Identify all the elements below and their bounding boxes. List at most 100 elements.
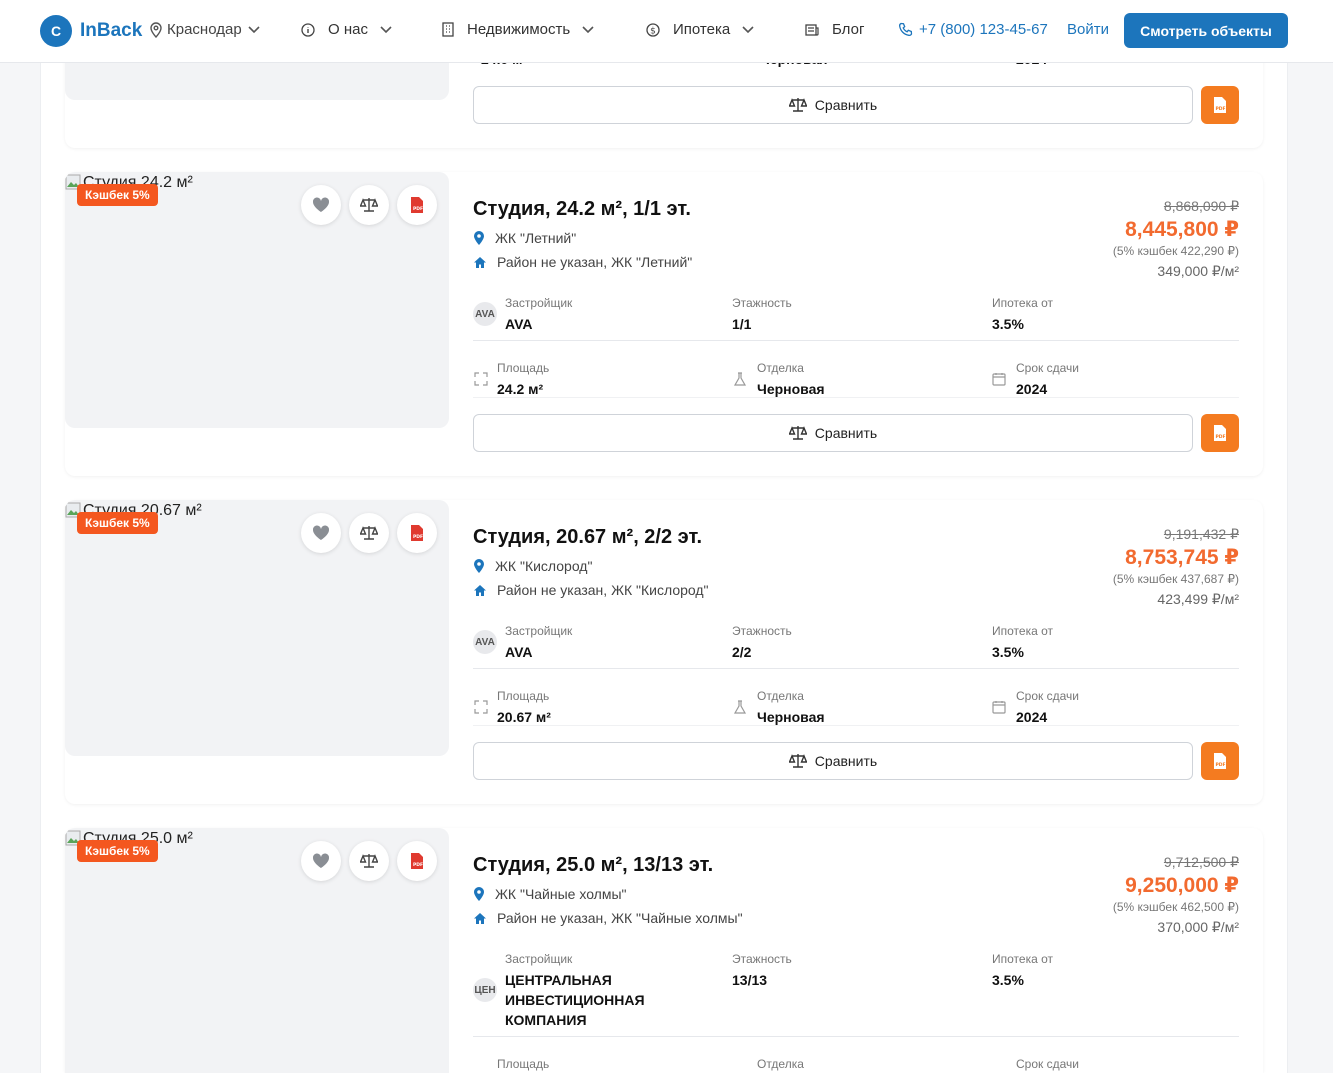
district-name: Район не указан, ЖК "Чайные холмы": [497, 910, 743, 926]
spec-mortgage: Ипотека от 3.5%: [992, 952, 1053, 990]
listing-photo[interactable]: Студия 24.2 м² Кэшбек 5% PDF: [65, 172, 449, 428]
spec-label: Площадь: [497, 361, 550, 375]
price-per-m2: 349,000 ₽/м²: [1157, 263, 1239, 279]
chevron-down-icon: [742, 25, 754, 33]
compare-toggle-button[interactable]: [349, 513, 389, 553]
spec-area: Площадь 20.67 м²: [497, 689, 551, 727]
nav-about-label: О нас: [328, 21, 368, 38]
location-pin-icon: [474, 231, 484, 245]
compare-button[interactable]: Сравнить: [473, 742, 1193, 780]
favorite-button[interactable]: [301, 513, 341, 553]
divider: [473, 725, 1239, 726]
spec-label: Ипотека от: [992, 296, 1053, 310]
spec-floors: Этажность 2/2: [732, 624, 792, 662]
old-price: 8,868,090 ₽: [1163, 198, 1239, 214]
spec-label: Этажность: [732, 952, 792, 966]
spec-label: Срок сдачи: [1016, 1057, 1079, 1071]
flask-icon: [733, 700, 747, 714]
spec-value: 3.5%: [992, 316, 1024, 332]
city-selector[interactable]: Краснодар: [149, 21, 260, 38]
spec-developer: Застройщик AVA: [505, 296, 572, 334]
pdf-download-button[interactable]: PDF: [1201, 414, 1239, 452]
divider: [473, 340, 1239, 341]
scales-icon: [360, 854, 378, 868]
pdf-file-icon: PDF: [411, 197, 423, 213]
spec-label: Площадь: [497, 1057, 550, 1071]
listing-title[interactable]: Студия, 20.67 м², 2/2 эт.: [473, 526, 702, 549]
pdf-download-button[interactable]: PDF: [1201, 86, 1239, 124]
complex-line: ЖК "Летний": [473, 230, 576, 246]
logo-text: InBack: [80, 20, 143, 41]
cashback-badge: Кэшбек 5%: [77, 840, 158, 862]
scales-icon: [360, 526, 378, 540]
view-objects-button[interactable]: Смотреть объекты: [1124, 13, 1288, 48]
spec-value: AVA: [505, 644, 533, 660]
listing-photo[interactable]: Студия 20.67 м² Кэшбек 5% PDF: [65, 500, 449, 756]
compare-label: Сравнить: [814, 97, 878, 113]
spec-label: Застройщик: [505, 624, 573, 638]
spec-label: Этажность: [732, 624, 792, 638]
newspaper-icon: [805, 23, 819, 36]
compare-toggle-button[interactable]: [349, 841, 389, 881]
compare-label: Сравнить: [814, 753, 878, 769]
spec-label: Срок сдачи: [1016, 689, 1079, 703]
spec-finish: Отделка: [757, 1057, 804, 1071]
divider: [473, 1036, 1239, 1037]
home-icon: [474, 584, 486, 596]
expand-icon: [474, 700, 488, 714]
pdf-button[interactable]: PDF: [397, 185, 437, 225]
nav-realty[interactable]: Недвижимость: [441, 21, 594, 38]
spec-developer: Застройщик AVA: [505, 624, 572, 662]
old-price: 9,712,500 ₽: [1163, 854, 1239, 870]
spec-floors: Этажность 1/1: [732, 296, 792, 334]
svg-text:PDF: PDF: [1215, 434, 1225, 440]
calendar-icon: [992, 701, 1006, 714]
listing-card[interactable]: Студия 20.67 м² Кэшбек 5% PDF Студия, 20…: [65, 500, 1263, 804]
compare-toggle-button[interactable]: [349, 185, 389, 225]
logo-badge: C: [40, 15, 72, 47]
spec-value: Черновая: [757, 381, 825, 397]
compare-button[interactable]: Сравнить: [473, 86, 1193, 124]
spec-mortgage: Ипотека от 3.5%: [992, 296, 1053, 334]
spec-deadline: Срок сдачи 2024: [1016, 689, 1079, 727]
pdf-button[interactable]: PDF: [397, 513, 437, 553]
pdf-download-button[interactable]: PDF: [1201, 742, 1239, 780]
nav-blog[interactable]: Блог: [805, 21, 872, 38]
listing-card[interactable]: Студия 25.0 м² Кэшбек 5% PDF Студия, 25.…: [65, 828, 1263, 1073]
district-line: Район не указан, ЖК "Чайные холмы": [473, 910, 743, 926]
listing-photo[interactable]: Студия 25.0 м² Кэшбек 5% PDF: [65, 828, 449, 1073]
pdf-file-icon: PDF: [411, 525, 423, 541]
listing-card[interactable]: Студия 24.2 м² Кэшбек 5% PDF Студия, 24.…: [65, 172, 1263, 476]
pdf-file-icon: PDF: [1214, 753, 1226, 769]
login-link[interactable]: Войти: [1067, 21, 1109, 38]
location-pin-icon: [474, 887, 484, 901]
favorite-button[interactable]: [301, 841, 341, 881]
scales-icon: [788, 98, 807, 112]
spec-area: Площадь: [497, 1057, 549, 1071]
developer-avatar: ЦЕН: [473, 978, 497, 1002]
svg-text:PDF: PDF: [413, 862, 423, 868]
complex-line: ЖК "Чайные холмы": [473, 886, 627, 902]
pdf-button[interactable]: PDF: [397, 841, 437, 881]
home-icon: [474, 256, 486, 268]
pdf-file-icon: PDF: [411, 853, 423, 869]
old-price: 9,191,432 ₽: [1163, 526, 1239, 542]
complex-name: ЖК "Чайные холмы": [495, 886, 627, 902]
svg-text:$: $: [650, 26, 656, 36]
spec-label: Срок сдачи: [1016, 361, 1079, 375]
listing-title[interactable]: Студия, 24.2 м², 1/1 эт.: [473, 198, 691, 221]
listing-title[interactable]: Студия, 25.0 м², 13/13 эт.: [473, 854, 713, 877]
favorite-button[interactable]: [301, 185, 341, 225]
cashback-badge: Кэшбек 5%: [77, 512, 158, 534]
complex-line: ЖК "Кислород": [473, 558, 592, 574]
compare-button[interactable]: Сравнить: [473, 414, 1193, 452]
district-name: Район не указан, ЖК "Летний": [497, 254, 693, 270]
nav-mortgage[interactable]: $ Ипотека: [646, 21, 754, 38]
nav-about[interactable]: О нас: [301, 21, 392, 38]
phone-link[interactable]: +7 (800) 123-45-67: [898, 21, 1048, 38]
current-price: 8,753,745 ₽: [1125, 546, 1239, 569]
logo[interactable]: C InBack: [40, 15, 142, 47]
spec-label: Этажность: [732, 296, 792, 310]
price-block: 8,868,090 ₽ 8,445,800 ₽ (5% кэшбек 422,2…: [1113, 198, 1239, 280]
spec-value: AVA: [505, 316, 533, 332]
